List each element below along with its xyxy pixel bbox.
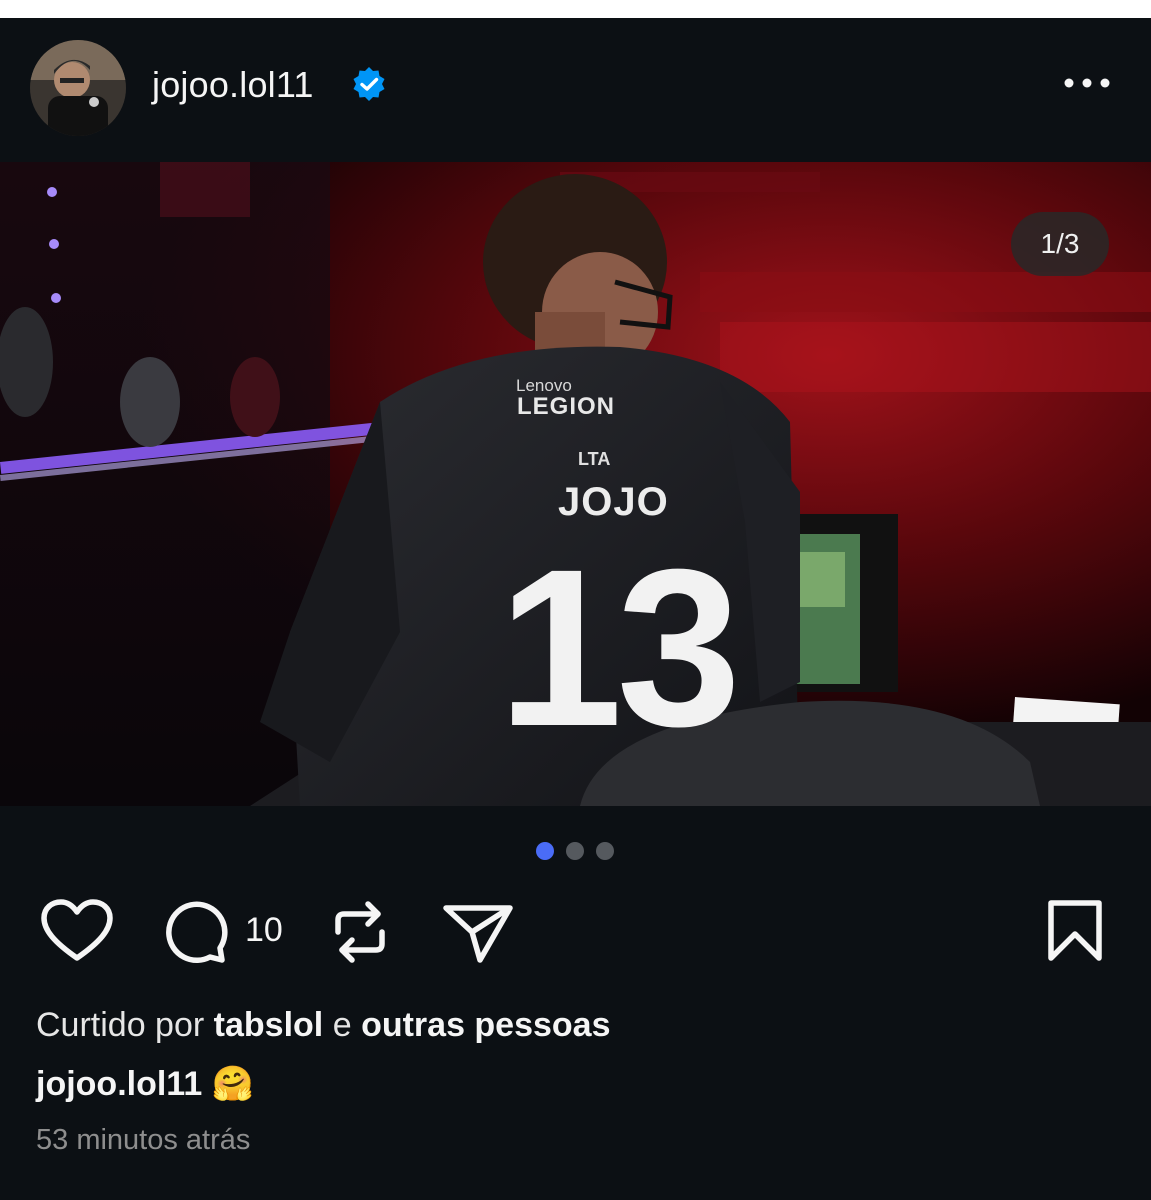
image-counter: 1/3 — [1011, 212, 1109, 276]
repost-icon[interactable] — [330, 898, 390, 966]
caption-text: 🤗 — [211, 1065, 255, 1103]
caption-username[interactable]: jojoo.lol11 — [36, 1065, 202, 1103]
send-icon[interactable] — [442, 898, 514, 966]
verified-badge-icon — [353, 67, 385, 101]
shirt-player-name: JOJO — [558, 480, 669, 524]
shirt-sponsor-big: LEGION — [517, 393, 616, 420]
caption: jojoo.lol11 🤗 — [36, 1064, 254, 1104]
avatar-image — [30, 40, 126, 136]
comment-count: 10 — [245, 911, 283, 949]
avatar[interactable] — [30, 40, 126, 136]
liked-connector: e — [332, 1006, 352, 1044]
liked-user-link[interactable]: tabslol — [214, 1006, 324, 1044]
more-horizontal-icon[interactable] — [1060, 70, 1114, 96]
post-username[interactable]: jojoo.lol11 — [152, 64, 314, 106]
post-timestamp: 53 minutos atrás — [36, 1124, 251, 1156]
liked-by-text: Curtido por tabslol e outras pessoas — [36, 1006, 611, 1045]
liked-prefix: Curtido por — [36, 1006, 205, 1044]
post-card: jojoo.lol11 Lenovo LEGION LTA JOJO 13 1/… — [0, 18, 1151, 1200]
post-header: jojoo.lol11 — [0, 18, 1151, 162]
bookmark-icon[interactable] — [1046, 898, 1104, 964]
carousel-dot-3[interactable] — [596, 842, 614, 860]
shirt-league: LTA — [578, 449, 611, 469]
post-image[interactable]: Lenovo LEGION LTA JOJO 13 — [0, 162, 1151, 806]
comment-icon[interactable] — [162, 898, 228, 964]
liked-others-link[interactable]: outras pessoas — [361, 1006, 610, 1044]
heart-icon[interactable] — [40, 898, 114, 964]
carousel-dot-2[interactable] — [566, 842, 584, 860]
shirt-jersey-number: 13 — [498, 523, 741, 773]
carousel-dot-1[interactable] — [536, 842, 554, 860]
